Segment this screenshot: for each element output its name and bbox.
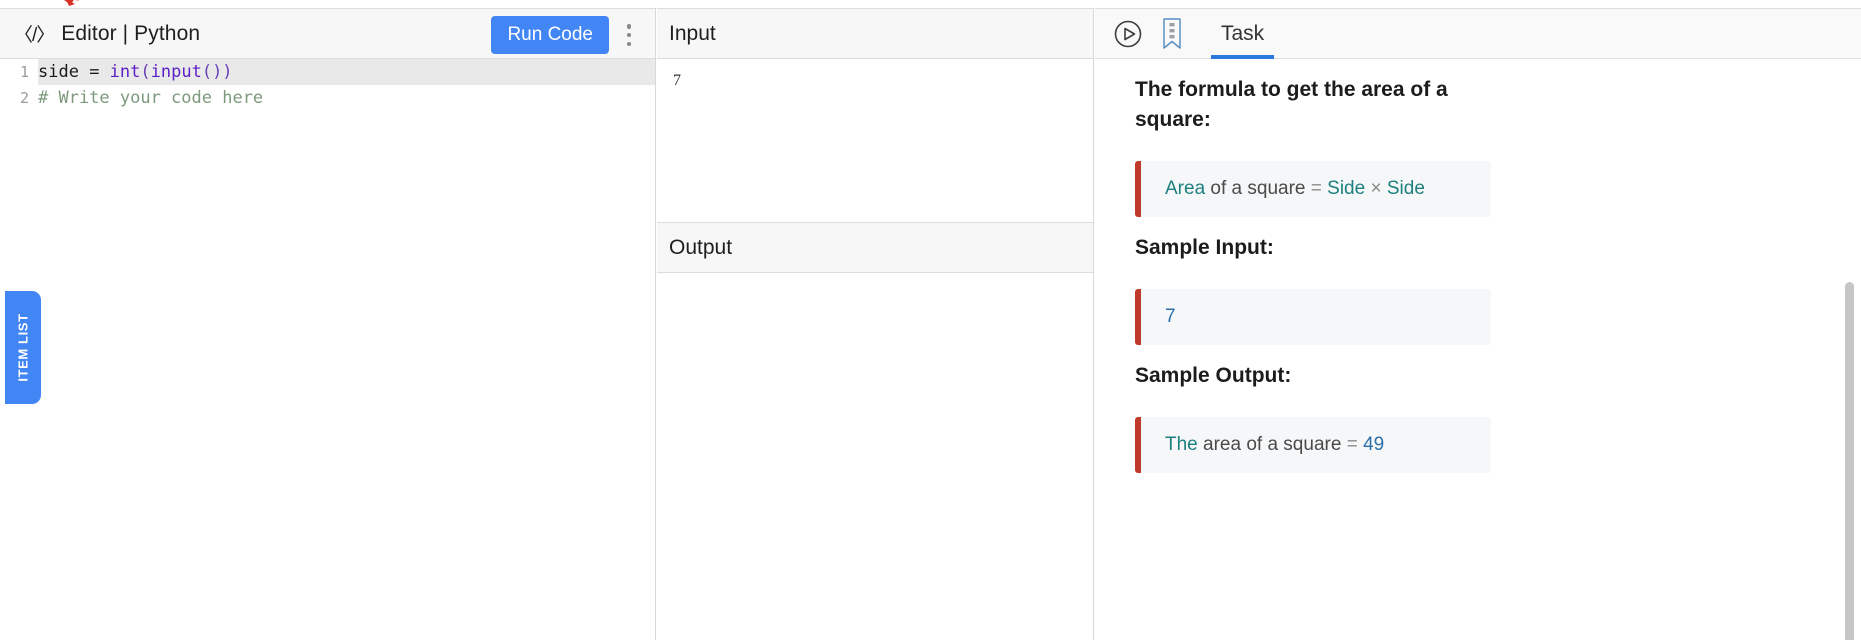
input-header: Input <box>657 8 1093 59</box>
code-token: ()) <box>201 62 233 82</box>
code-editor-area[interactable]: 1 side = int(input()) 2 # Write your code h… <box>0 59 655 640</box>
editor-title-label: Editor | Python <box>61 21 201 45</box>
code-line-text: side = int(input()) <box>38 59 233 85</box>
task-code-block: Area of a square = Side × Side <box>1135 161 1491 217</box>
code-brackets-icon: 〈/〉 <box>14 25 55 46</box>
task-code-token: = <box>1310 178 1322 199</box>
input-textarea[interactable]: 7 <box>657 59 1093 222</box>
code-practice-app: 〈/〉 Editor | Python Run Code 1 side = int… <box>0 0 1861 640</box>
task-code-token: 7 <box>1165 306 1176 327</box>
item-list-tab[interactable]: ITEM LIST <box>5 291 41 404</box>
task-section-heading: Sample Output: <box>1135 364 1292 387</box>
task-section-heading: Sample Input: <box>1135 236 1274 259</box>
code-line-text: # Write your code here <box>38 85 263 111</box>
code-token: ( <box>140 62 151 82</box>
io-panel: Input 7 Output <box>657 8 1094 640</box>
task-section-heading: The formula to get the area of a square: <box>1135 78 1448 131</box>
input-value: 7 <box>673 72 681 89</box>
task-code-token: The <box>1165 434 1198 455</box>
code-token: = <box>89 62 110 82</box>
task-code-token: × <box>1370 178 1382 199</box>
code-token: # Write your code here <box>38 88 264 108</box>
task-code-token: of a square <box>1205 178 1311 199</box>
task-code-token: Area <box>1165 178 1206 199</box>
item-list-tab-label: ITEM LIST <box>15 313 31 382</box>
task-code-token: = <box>1346 434 1358 455</box>
editor-toolbar: 〈/〉 Editor | Python Run Code <box>0 8 655 59</box>
task-header: Task <box>1095 8 1861 59</box>
code-token: input <box>150 62 202 82</box>
line-number: 2 <box>0 85 38 111</box>
code-token: side <box>38 62 90 82</box>
task-scrollbar-thumb[interactable] <box>1845 282 1854 640</box>
task-scrollbar-track[interactable] <box>1845 67 1858 640</box>
task-code-token: 49 <box>1357 434 1385 455</box>
output-header: Output <box>657 222 1093 273</box>
task-content: The formula to get the area of a square:… <box>1095 59 1861 640</box>
tab-task[interactable]: Task <box>1211 8 1275 59</box>
code-token: int <box>109 62 141 82</box>
bookmark-ribbon-icon[interactable] <box>1159 16 1185 52</box>
task-code-token: area of a square <box>1197 434 1347 455</box>
code-line[interactable]: 2 # Write your code here <box>0 85 655 111</box>
editor-title: 〈/〉 Editor | Python <box>14 20 200 47</box>
task-code-token: Side <box>1321 178 1371 199</box>
line-number: 1 <box>0 59 38 85</box>
run-code-button[interactable]: Run Code <box>491 16 609 54</box>
editor-panel: 〈/〉 Editor | Python Run Code 1 side = int… <box>0 8 656 640</box>
code-line[interactable]: 1 side = int(input()) <box>0 59 655 85</box>
task-code-token: Side <box>1381 178 1425 199</box>
task-panel: Task The formula to get the area of a sq… <box>1095 8 1861 640</box>
task-code-block: The area of a square = 49 <box>1135 417 1491 473</box>
output-area <box>657 273 1093 639</box>
circle-play-icon[interactable] <box>1111 17 1145 51</box>
task-code-block: 7 <box>1135 289 1491 345</box>
red-annotation-mark <box>48 0 88 8</box>
kebab-menu-icon[interactable] <box>619 22 639 48</box>
